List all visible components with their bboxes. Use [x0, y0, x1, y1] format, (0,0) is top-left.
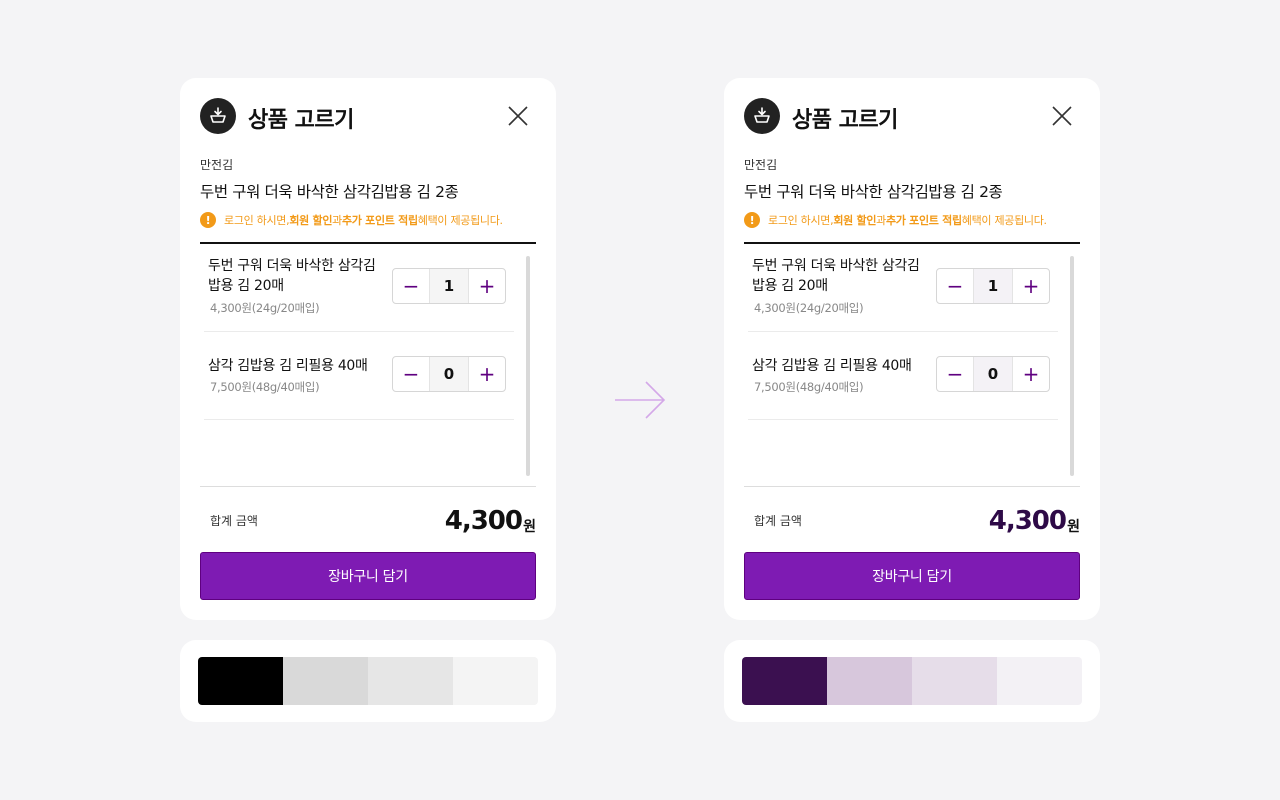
notice-highlight-points: 추가 포인트 적립 [341, 214, 418, 227]
total-unit: 원 [1067, 519, 1080, 535]
panel-title: 상품 고르기 [248, 108, 354, 133]
quantity-value: 0 [429, 357, 469, 391]
option-name: 두번 구워 더욱 바삭한 삼각김밥용 김 20매 [752, 258, 920, 294]
panel-title: 상품 고르기 [792, 108, 898, 133]
total-amount: 4,300 [988, 506, 1067, 536]
list-item: 삼각 김밥용 김 리필용 40매 7,500원(48g/40매입) − 0 + [204, 332, 514, 420]
notice-text: 혜택이 제공됩니다. [417, 214, 503, 227]
notice-text: 과 [876, 214, 886, 227]
color-palette-before [180, 640, 556, 722]
option-name: 두번 구워 더욱 바삭한 삼각김밥용 김 20매 [208, 258, 376, 294]
login-benefit-notice: ! 로그인 하시면, 회원 할인 과 추가 포인트 적립 혜택이 제공됩니다. [200, 211, 503, 229]
palette-swatch [912, 657, 997, 705]
total-divider [200, 486, 536, 487]
arrow-right-icon [614, 380, 666, 420]
quantity-stepper: − 0 + [392, 356, 506, 392]
option-list: 두번 구워 더욱 바삭한 삼각김밥용 김 20매 4,300원(24g/20매입… [200, 244, 536, 486]
product-name: 두번 구워 더욱 바삭한 삼각김밥용 김 2종 [744, 183, 1003, 201]
scrollbar[interactable] [526, 256, 530, 476]
minus-button[interactable]: − [937, 269, 973, 303]
option-name: 삼각 김밥용 김 리필용 40매 [208, 358, 368, 374]
palette-swatch [198, 657, 283, 705]
minus-button[interactable]: − [393, 269, 429, 303]
notice-highlight-discount: 회원 할인 [833, 214, 877, 227]
notice-highlight-discount: 회원 할인 [289, 214, 333, 227]
option-list: 두번 구워 더욱 바삭한 삼각김밥용 김 20매 4,300원(24g/20매입… [744, 244, 1080, 486]
notice-text: 혜택이 제공됩니다. [961, 214, 1047, 227]
palette-swatch [742, 657, 827, 705]
list-item: 두번 구워 더욱 바삭한 삼각김밥용 김 20매 4,300원(24g/20매입… [204, 244, 514, 332]
quantity-stepper: − 1 + [392, 268, 506, 304]
option-price: 4,300원(24g/20매입) [210, 301, 320, 315]
palette-swatches [742, 657, 1082, 705]
plus-button[interactable]: + [1013, 269, 1049, 303]
palette-swatch [997, 657, 1082, 705]
palette-swatches [198, 657, 538, 705]
palette-swatch [283, 657, 368, 705]
total-amount: 4,300 [444, 506, 523, 536]
brand-name: 만전김 [200, 158, 234, 172]
minus-button[interactable]: − [937, 357, 973, 391]
plus-button[interactable]: + [469, 269, 505, 303]
quantity-stepper: − 0 + [936, 356, 1050, 392]
color-palette-after [724, 640, 1100, 722]
total-unit: 원 [523, 519, 536, 535]
total-label: 합계 금액 [210, 514, 258, 528]
palette-swatch [453, 657, 538, 705]
panel-header: 상품 고르기 [200, 98, 536, 136]
palette-swatch [368, 657, 453, 705]
close-icon[interactable] [1050, 104, 1074, 128]
minus-button[interactable]: − [393, 357, 429, 391]
list-item: 삼각 김밥용 김 리필용 40매 7,500원(48g/40매입) − 0 + [748, 332, 1058, 420]
quantity-value: 0 [973, 357, 1013, 391]
brand-name: 만전김 [744, 158, 778, 172]
product-name: 두번 구워 더욱 바삭한 삼각김밥용 김 2종 [200, 183, 459, 201]
plus-button[interactable]: + [469, 357, 505, 391]
scrollbar[interactable] [1070, 256, 1074, 476]
notice-text: 로그인 하시면, [224, 214, 290, 227]
quantity-value: 1 [973, 269, 1013, 303]
basket-arrow-icon [200, 98, 236, 134]
plus-button[interactable]: + [1013, 357, 1049, 391]
list-item: 두번 구워 더욱 바삭한 삼각김밥용 김 20매 4,300원(24g/20매입… [748, 244, 1058, 332]
login-benefit-notice: ! 로그인 하시면, 회원 할인 과 추가 포인트 적립 혜택이 제공됩니다. [744, 211, 1047, 229]
notice-text: 과 [332, 214, 342, 227]
panel-header: 상품 고르기 [744, 98, 1080, 136]
close-icon[interactable] [506, 104, 530, 128]
option-price: 7,500원(48g/40매입) [754, 380, 864, 394]
total-label: 합계 금액 [754, 514, 802, 528]
notice-text: 로그인 하시면, [768, 214, 834, 227]
notice-highlight-points: 추가 포인트 적립 [885, 214, 962, 227]
basket-arrow-icon [744, 98, 780, 134]
quantity-stepper: − 1 + [936, 268, 1050, 304]
product-select-panel-after: 상품 고르기 만전김 두번 구워 더욱 바삭한 삼각김밥용 김 2종 ! 로그인… [724, 78, 1100, 620]
add-to-cart-button[interactable]: 장바구니 담기 [200, 552, 536, 600]
palette-swatch [827, 657, 912, 705]
option-price: 4,300원(24g/20매입) [754, 301, 864, 315]
total-divider [744, 486, 1080, 487]
info-icon: ! [744, 212, 760, 228]
add-to-cart-button[interactable]: 장바구니 담기 [744, 552, 1080, 600]
product-select-panel-before: 상품 고르기 만전김 두번 구워 더욱 바삭한 삼각김밥용 김 2종 ! 로그인… [180, 78, 556, 620]
quantity-value: 1 [429, 269, 469, 303]
option-name: 삼각 김밥용 김 리필용 40매 [752, 358, 912, 374]
option-price: 7,500원(48g/40매입) [210, 380, 320, 394]
info-icon: ! [200, 212, 216, 228]
